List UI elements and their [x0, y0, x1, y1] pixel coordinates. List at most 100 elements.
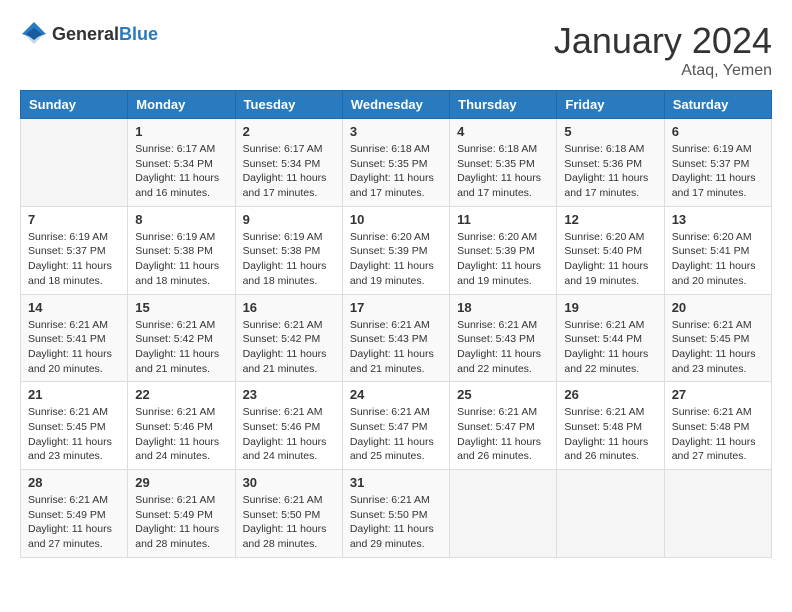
calendar-cell: 13 Sunrise: 6:20 AMSunset: 5:41 PMDayligh… [664, 206, 771, 294]
day-number: 13 [672, 212, 764, 227]
calendar-cell: 29 Sunrise: 6:21 AMSunset: 5:49 PMDayligh… [128, 470, 235, 558]
day-info: Sunrise: 6:21 AMSunset: 5:49 PMDaylight:… [135, 493, 227, 552]
weekday-header-sunday: Sunday [21, 91, 128, 119]
day-info: Sunrise: 6:21 AMSunset: 5:43 PMDaylight:… [350, 318, 442, 377]
calendar-table: SundayMondayTuesdayWednesdayThursdayFrid… [20, 90, 772, 558]
calendar-cell: 12Sunrise: 6:20 AMSunset: 5:40 PMDayligh… [557, 206, 664, 294]
logo-blue: Blue [119, 24, 158, 44]
calendar-cell: 11 Sunrise: 6:20 AMSunset: 5:39 PMDayligh… [450, 206, 557, 294]
calendar-cell: 15 Sunrise: 6:21 AMSunset: 5:42 PMDayligh… [128, 294, 235, 382]
day-number: 3 [350, 124, 442, 139]
day-info: Sunrise: 6:21 AMSunset: 5:46 PMDaylight:… [135, 405, 227, 464]
calendar-cell: 30Sunrise: 6:21 AMSunset: 5:50 PMDayligh… [235, 470, 342, 558]
day-number: 11 [457, 212, 549, 227]
day-info: Sunrise: 6:21 AMSunset: 5:43 PMDaylight:… [457, 318, 549, 377]
calendar-cell: 18 Sunrise: 6:21 AMSunset: 5:43 PMDayligh… [450, 294, 557, 382]
weekday-header-thursday: Thursday [450, 91, 557, 119]
calendar-cell: 14 Sunrise: 6:21 AMSunset: 5:41 PMDayligh… [21, 294, 128, 382]
day-info: Sunrise: 6:21 AMSunset: 5:47 PMDaylight:… [350, 405, 442, 464]
day-info: Sunrise: 6:21 AMSunset: 5:42 PMDaylight:… [243, 318, 335, 377]
day-number: 15 [135, 300, 227, 315]
calendar-cell: 2 Sunrise: 6:17 AMSunset: 5:34 PMDaylight… [235, 119, 342, 207]
day-number: 4 [457, 124, 549, 139]
day-info: Sunrise: 6:21 AMSunset: 5:45 PMDaylight:… [672, 318, 764, 377]
day-info: Sunrise: 6:20 AMSunset: 5:39 PMDaylight:… [457, 230, 549, 289]
day-info: Sunrise: 6:19 AMSunset: 5:37 PMDaylight:… [672, 142, 764, 201]
calendar-cell: 17 Sunrise: 6:21 AMSunset: 5:43 PMDayligh… [342, 294, 449, 382]
calendar-cell: 28 Sunrise: 6:21 AMSunset: 5:49 PMDayligh… [21, 470, 128, 558]
day-number: 20 [672, 300, 764, 315]
calendar-cell: 16 Sunrise: 6:21 AMSunset: 5:42 PMDayligh… [235, 294, 342, 382]
calendar-cell: 21Sunrise: 6:21 AMSunset: 5:45 PMDayligh… [21, 382, 128, 470]
day-info: Sunrise: 6:21 AMSunset: 5:50 PMDaylight:… [350, 493, 442, 552]
day-number: 17 [350, 300, 442, 315]
day-info: Sunrise: 6:19 AMSunset: 5:38 PMDaylight:… [135, 230, 227, 289]
calendar-cell [664, 470, 771, 558]
logo-text: GeneralBlue [52, 24, 158, 45]
day-info: Sunrise: 6:21 AMSunset: 5:42 PMDaylight:… [135, 318, 227, 377]
day-info: Sunrise: 6:19 AMSunset: 5:38 PMDaylight:… [243, 230, 335, 289]
day-info: Sunrise: 6:21 AMSunset: 5:45 PMDaylight:… [28, 405, 120, 464]
day-info: Sunrise: 6:21 AMSunset: 5:48 PMDaylight:… [564, 405, 656, 464]
day-number: 8 [135, 212, 227, 227]
day-info: Sunrise: 6:21 AMSunset: 5:48 PMDaylight:… [672, 405, 764, 464]
calendar-cell: 24Sunrise: 6:21 AMSunset: 5:47 PMDayligh… [342, 382, 449, 470]
calendar-cell [21, 119, 128, 207]
calendar-cell: 1Sunrise: 6:17 AMSunset: 5:34 PMDaylight… [128, 119, 235, 207]
day-number: 9 [243, 212, 335, 227]
weekday-header-wednesday: Wednesday [342, 91, 449, 119]
calendar-cell: 22 Sunrise: 6:21 AMSunset: 5:46 PMDayligh… [128, 382, 235, 470]
day-info: Sunrise: 6:20 AMSunset: 5:41 PMDaylight:… [672, 230, 764, 289]
day-info: Sunrise: 6:21 AMSunset: 5:46 PMDaylight:… [243, 405, 335, 464]
day-number: 7 [28, 212, 120, 227]
day-info: Sunrise: 6:17 AMSunset: 5:34 PMDaylight:… [243, 142, 335, 201]
week-row-5: 28 Sunrise: 6:21 AMSunset: 5:49 PMDayligh… [21, 470, 772, 558]
calendar-cell: 23Sunrise: 6:21 AMSunset: 5:46 PMDayligh… [235, 382, 342, 470]
day-number: 16 [243, 300, 335, 315]
day-info: Sunrise: 6:21 AMSunset: 5:49 PMDaylight:… [28, 493, 120, 552]
day-number: 6 [672, 124, 764, 139]
title-area: January 2024 Ataq, Yemen [554, 20, 772, 80]
page-header: GeneralBlue January 2024 Ataq, Yemen [20, 20, 772, 80]
day-number: 14 [28, 300, 120, 315]
day-number: 10 [350, 212, 442, 227]
day-number: 26 [564, 387, 656, 402]
day-number: 22 [135, 387, 227, 402]
weekday-header-row: SundayMondayTuesdayWednesdayThursdayFrid… [21, 91, 772, 119]
day-info: Sunrise: 6:21 AMSunset: 5:41 PMDaylight:… [28, 318, 120, 377]
day-info: Sunrise: 6:18 AMSunset: 5:35 PMDaylight:… [457, 142, 549, 201]
day-number: 29 [135, 475, 227, 490]
calendar-cell: 10Sunrise: 6:20 AMSunset: 5:39 PMDayligh… [342, 206, 449, 294]
day-info: Sunrise: 6:18 AMSunset: 5:36 PMDaylight:… [564, 142, 656, 201]
day-number: 30 [243, 475, 335, 490]
location: Ataq, Yemen [554, 62, 772, 80]
week-row-3: 14 Sunrise: 6:21 AMSunset: 5:41 PMDayligh… [21, 294, 772, 382]
day-number: 28 [28, 475, 120, 490]
calendar-cell: 20 Sunrise: 6:21 AMSunset: 5:45 PMDayligh… [664, 294, 771, 382]
week-row-1: 1Sunrise: 6:17 AMSunset: 5:34 PMDaylight… [21, 119, 772, 207]
calendar-cell: 5Sunrise: 6:18 AMSunset: 5:36 PMDaylight… [557, 119, 664, 207]
day-info: Sunrise: 6:19 AMSunset: 5:37 PMDaylight:… [28, 230, 120, 289]
calendar-cell: 6 Sunrise: 6:19 AMSunset: 5:37 PMDaylight… [664, 119, 771, 207]
day-number: 27 [672, 387, 764, 402]
logo-icon [20, 20, 48, 48]
day-number: 18 [457, 300, 549, 315]
day-info: Sunrise: 6:21 AMSunset: 5:47 PMDaylight:… [457, 405, 549, 464]
week-row-2: 7 Sunrise: 6:19 AMSunset: 5:37 PMDaylight… [21, 206, 772, 294]
weekday-header-tuesday: Tuesday [235, 91, 342, 119]
weekday-header-friday: Friday [557, 91, 664, 119]
day-number: 31 [350, 475, 442, 490]
calendar-cell: 31 Sunrise: 6:21 AMSunset: 5:50 PMDayligh… [342, 470, 449, 558]
day-number: 25 [457, 387, 549, 402]
calendar-cell [557, 470, 664, 558]
day-info: Sunrise: 6:17 AMSunset: 5:34 PMDaylight:… [135, 142, 227, 201]
day-number: 19 [564, 300, 656, 315]
day-info: Sunrise: 6:20 AMSunset: 5:40 PMDaylight:… [564, 230, 656, 289]
weekday-header-saturday: Saturday [664, 91, 771, 119]
weekday-header-monday: Monday [128, 91, 235, 119]
day-number: 2 [243, 124, 335, 139]
calendar-cell: 19Sunrise: 6:21 AMSunset: 5:44 PMDayligh… [557, 294, 664, 382]
calendar-cell: 9 Sunrise: 6:19 AMSunset: 5:38 PMDaylight… [235, 206, 342, 294]
calendar-cell: 7 Sunrise: 6:19 AMSunset: 5:37 PMDaylight… [21, 206, 128, 294]
calendar-cell [450, 470, 557, 558]
